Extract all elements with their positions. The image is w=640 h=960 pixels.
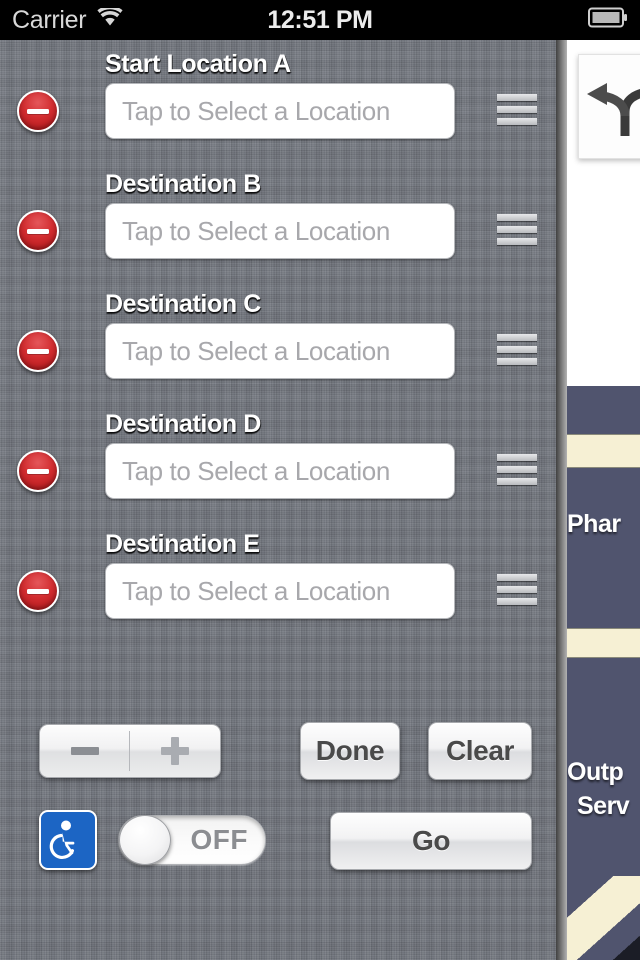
remove-location-button-d[interactable] [17,450,59,492]
map-preview-panel[interactable]: Phar Outp Serv [556,40,640,960]
stepper-decrement-button[interactable] [40,725,130,777]
status-bar: Carrier 12:51 PM [0,0,640,40]
location-input-d[interactable]: Tap to Select a Location [105,443,455,499]
accessibility-toggle[interactable]: OFF [118,815,266,865]
row-count-stepper[interactable] [39,724,221,778]
battery-icon [588,7,628,33]
remove-location-button-e[interactable] [17,570,59,612]
drag-handle-icon-a[interactable] [497,94,537,128]
map-building-block-1 [567,386,640,434]
location-row-a: Start Location A Tap to Select a Locatio… [0,50,556,160]
plus-icon [161,737,189,765]
map-path-strip-1 [567,434,640,468]
location-row-d: Destination D Tap to Select a Location [0,410,556,520]
location-input-e[interactable]: Tap to Select a Location [105,563,455,619]
carrier-label: Carrier [12,5,87,34]
location-label-a: Start Location A [105,50,291,78]
drag-handle-icon-c[interactable] [497,334,537,368]
map-diagonal-path [567,876,640,960]
minus-circle-icon [27,228,49,234]
map-label-services: Serv [577,792,630,820]
clock-label: 12:51 PM [267,5,373,34]
minus-circle-icon [27,348,49,354]
wifi-icon [97,5,123,32]
map-path-strip-2 [567,628,640,658]
clear-button[interactable]: Clear [428,722,532,780]
go-button[interactable]: Go [330,812,532,870]
minus-icon [71,747,99,755]
drag-handle-icon-b[interactable] [497,214,537,248]
stepper-increment-button[interactable] [130,725,220,777]
remove-location-button-b[interactable] [17,210,59,252]
location-input-b[interactable]: Tap to Select a Location [105,203,455,259]
map-building-block-2 [567,468,640,628]
remove-location-button-a[interactable] [17,90,59,132]
map-label-pharmacy: Phar [567,510,621,538]
toggle-knob[interactable] [119,815,171,865]
map-label-outpatient: Outp [567,758,624,786]
location-label-c: Destination C [105,290,261,318]
location-label-b: Destination B [105,170,261,198]
location-row-b: Destination B Tap to Select a Location [0,170,556,280]
location-input-c[interactable]: Tap to Select a Location [105,323,455,379]
fork-left-arrow-icon [587,82,640,136]
location-label-e: Destination E [105,530,260,558]
location-label-d: Destination D [105,410,261,438]
minus-circle-icon [27,108,49,114]
remove-location-button-c[interactable] [17,330,59,372]
done-button[interactable]: Done [300,722,400,780]
location-row-e: Destination E Tap to Select a Location [0,530,556,640]
location-input-a[interactable]: Tap to Select a Location [105,83,455,139]
wheelchair-icon [39,810,97,870]
panel-edge-shadow [556,40,567,960]
location-row-c: Destination C Tap to Select a Location [0,290,556,400]
route-planner-panel: Start Location A Tap to Select a Locatio… [0,40,556,960]
drag-handle-icon-e[interactable] [497,574,537,608]
minus-circle-icon [27,468,49,474]
drag-handle-icon-d[interactable] [497,454,537,488]
maneuver-card [578,54,640,159]
minus-circle-icon [27,588,49,594]
toggle-state-label: OFF [190,824,248,855]
